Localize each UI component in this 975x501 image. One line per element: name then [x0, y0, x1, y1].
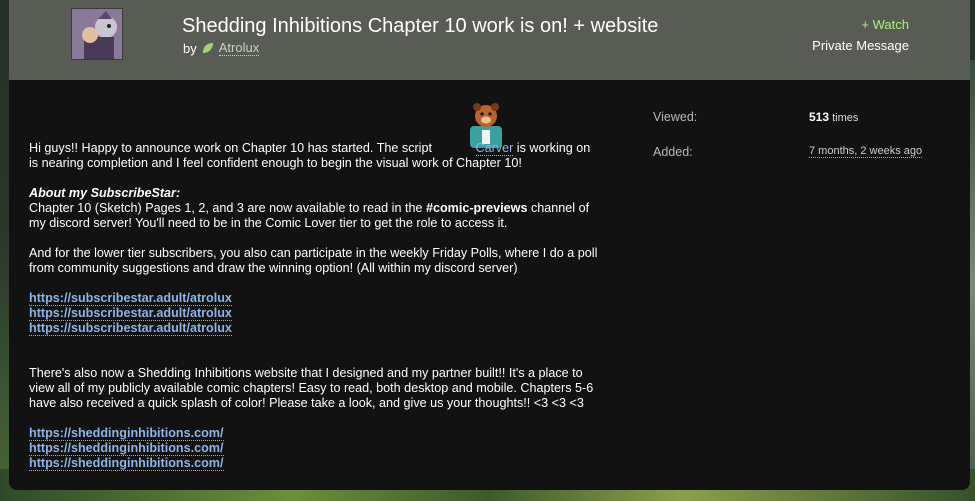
submission-title: Shedding Inhibitions Chapter 10 work is …: [182, 15, 659, 37]
viewed-row: Viewed: 513 times: [653, 110, 953, 145]
para2-line-1: And for the lower tier subscribers, you …: [29, 246, 598, 260]
submission-description: Hi guys!! Happy to announce work on Chap…: [29, 141, 639, 471]
author-leaf-icon: [202, 43, 213, 53]
author-avatar[interactable]: [71, 8, 123, 60]
carver-user-link[interactable]: Carver: [475, 141, 514, 156]
para1-line-1: Chapter 10 (Sketch) Pages 1, 2, and 3 ar…: [29, 201, 590, 215]
para2-line-2: from community suggestions and draw the …: [29, 261, 518, 275]
added-value: 7 months, 2 weeks ago: [809, 145, 923, 158]
byline: by Atrolux: [183, 40, 260, 56]
intro-line-2: is nearing completion and I feel confide…: [29, 156, 522, 170]
added-label: Added:: [653, 145, 693, 159]
subscribestar-link[interactable]: https://subscribestar.adult/atrolux: [29, 292, 232, 306]
by-label: by: [183, 40, 197, 56]
website-link[interactable]: https://sheddinginhibitions.com/: [29, 427, 224, 441]
para3-line-1: There's also now a Shedding Inhibitions …: [29, 366, 583, 380]
viewed-label: Viewed:: [653, 110, 698, 124]
added-row: Added: 7 months, 2 weeks ago: [653, 145, 953, 180]
subscribestar-link[interactable]: https://subscribestar.adult/atrolux: [29, 322, 232, 336]
submission-stats: Viewed: 513 times Added: 7 months, 2 wee…: [653, 110, 953, 180]
watch-button[interactable]: + Watch: [861, 17, 909, 32]
submission-header: Shedding Inhibitions Chapter 10 work is …: [9, 0, 970, 80]
website-link[interactable]: https://sheddinginhibitions.com/: [29, 457, 224, 471]
para1-line-2: my discord server! You'll need to be in …: [29, 216, 508, 230]
author-link[interactable]: Atrolux: [218, 40, 260, 56]
website-link[interactable]: https://sheddinginhibitions.com/: [29, 442, 224, 456]
viewed-value: 513 times: [809, 110, 859, 124]
private-message-button[interactable]: Private Message: [812, 38, 909, 53]
para3-line-2: view all of my publicly available comic …: [29, 381, 594, 395]
subscribestar-link[interactable]: https://subscribestar.adult/atrolux: [29, 307, 232, 321]
subscribestar-heading: About my SubscribeStar:: [29, 186, 181, 200]
comic-previews-channel: #comic-previews: [425, 201, 528, 215]
submission-card: Shedding Inhibitions Chapter 10 work is …: [9, 0, 970, 490]
para3-line-3: have also received a quick splash of col…: [29, 396, 584, 410]
intro-line-1: Hi guys!! Happy to announce work on Chap…: [29, 141, 591, 156]
